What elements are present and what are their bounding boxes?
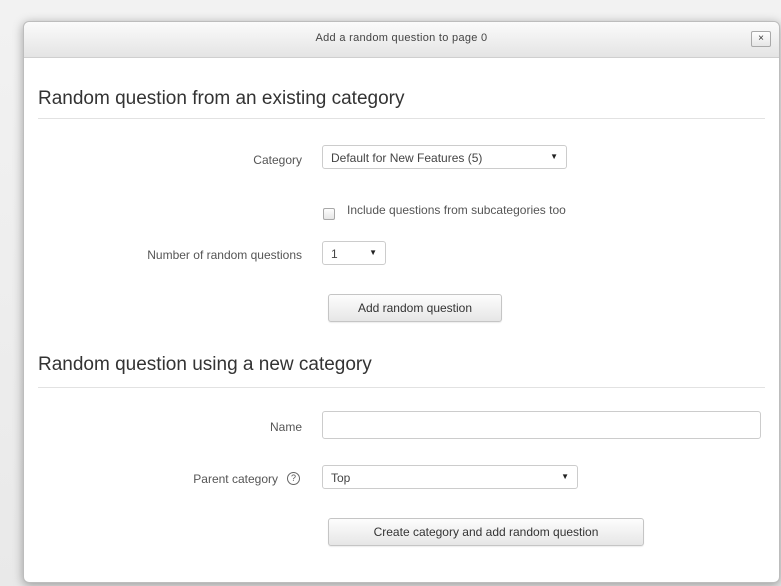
dialog-title: Add a random question to page 0 — [315, 32, 488, 44]
parent-category-select[interactable]: Top ▼ — [322, 465, 578, 489]
new-category-heading: Random question using a new category — [38, 354, 372, 375]
category-label: Category — [253, 153, 302, 167]
num-questions-label: Number of random questions — [147, 248, 302, 262]
include-subcategories-checkbox[interactable] — [323, 208, 335, 220]
category-select[interactable]: Default for New Features (5) ▼ — [322, 145, 567, 169]
close-icon: × — [758, 33, 764, 44]
chevron-down-icon: ▼ — [561, 472, 569, 481]
create-category-button[interactable]: Create category and add random question — [328, 518, 644, 546]
section-divider — [38, 387, 765, 388]
num-questions-select[interactable]: 1 ▼ — [322, 241, 386, 265]
help-icon[interactable]: ? — [287, 472, 300, 485]
chevron-down-icon: ▼ — [369, 248, 377, 257]
close-button[interactable]: × — [751, 31, 771, 47]
dialog-header: Add a random question to page 0 × — [24, 22, 779, 58]
section-divider — [38, 118, 765, 119]
add-random-question-button[interactable]: Add random question — [328, 294, 502, 322]
name-label: Name — [269, 420, 302, 434]
include-subcategories-label: Include questions from subcategories too — [347, 203, 566, 217]
num-questions-select-value: 1 — [331, 247, 338, 261]
category-select-value: Default for New Features (5) — [331, 151, 483, 165]
add-random-question-dialog: Add a random question to page 0 × Random… — [23, 21, 780, 583]
chevron-down-icon: ▼ — [550, 152, 558, 161]
existing-category-heading: Random question from an existing categor… — [38, 88, 405, 109]
parent-category-select-value: Top — [331, 471, 351, 485]
name-input[interactable] — [322, 411, 761, 439]
parent-category-label: Parent category — [193, 472, 278, 486]
